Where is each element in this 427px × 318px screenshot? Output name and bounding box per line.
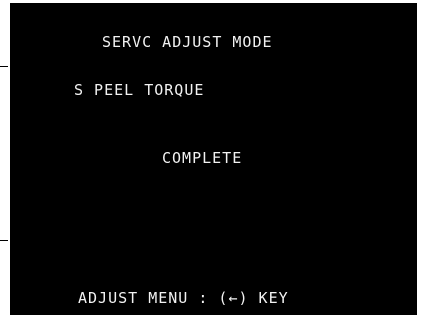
status-message: COMPLETE — [162, 149, 243, 167]
service-screen: SERVC ADJUST MODE S PEEL TORQUE COMPLETE… — [10, 3, 417, 315]
screen-title: SERVC ADJUST MODE — [102, 33, 273, 51]
scan-edge-mark — [0, 240, 8, 241]
adjust-item: S PEEL TORQUE — [74, 81, 205, 99]
scan-edge-mark — [0, 66, 8, 67]
menu-key-hint: ADJUST MENU : (←) KEY — [78, 289, 289, 307]
